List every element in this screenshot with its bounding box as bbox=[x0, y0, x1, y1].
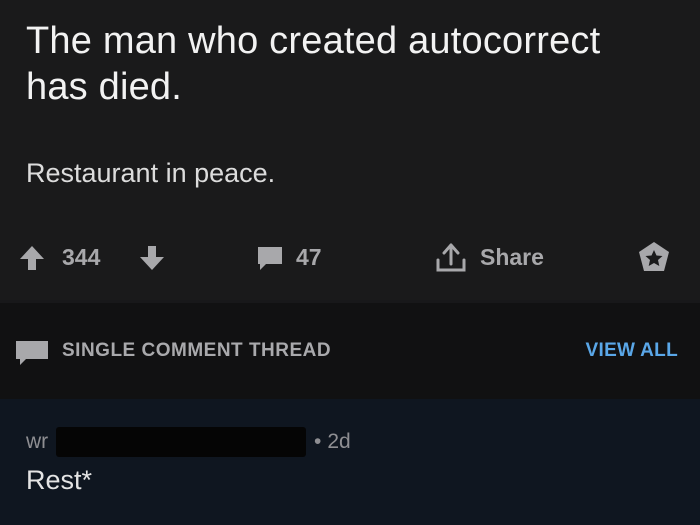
post-screen: The man who created autocorrect has died… bbox=[0, 0, 700, 525]
comment-age: 2d bbox=[327, 430, 351, 453]
separator-dot: • bbox=[314, 430, 322, 453]
post-body: Restaurant in peace. bbox=[26, 158, 276, 188]
comment: wr • 2d Rest* bbox=[0, 399, 700, 525]
comment-author[interactable]: wr bbox=[26, 430, 56, 454]
post-action-bar: 344 47 Share bbox=[0, 232, 700, 284]
upvote-arrow-icon bbox=[20, 246, 44, 270]
comment-text: Rest* bbox=[26, 465, 93, 495]
downvote-arrow-icon bbox=[140, 246, 164, 270]
award-button[interactable] bbox=[636, 232, 672, 284]
comment-bubble-icon bbox=[258, 247, 282, 270]
share-button[interactable] bbox=[432, 232, 470, 284]
downvote-button[interactable] bbox=[136, 232, 168, 284]
comments-button[interactable] bbox=[255, 232, 285, 284]
award-icon bbox=[639, 242, 669, 271]
post-title: The man who created autocorrect has died… bbox=[26, 20, 601, 108]
thread-title: SINGLE COMMENT THREAD bbox=[62, 340, 332, 361]
view-all-link[interactable]: VIEW ALL bbox=[586, 340, 678, 362]
share-label[interactable]: Share bbox=[480, 244, 544, 271]
post: The man who created autocorrect has died… bbox=[0, 0, 700, 300]
comment-bubble-icon bbox=[16, 341, 48, 365]
single-comment-thread-header: SINGLE COMMENT THREAD VIEW ALL bbox=[0, 303, 700, 399]
comment-meta: wr • 2d bbox=[26, 427, 351, 457]
redacted-username bbox=[56, 427, 306, 457]
upvote-button[interactable] bbox=[16, 232, 48, 284]
share-icon bbox=[436, 243, 466, 272]
comment-count: 47 bbox=[296, 244, 322, 270]
vote-count: 344 bbox=[62, 244, 101, 270]
